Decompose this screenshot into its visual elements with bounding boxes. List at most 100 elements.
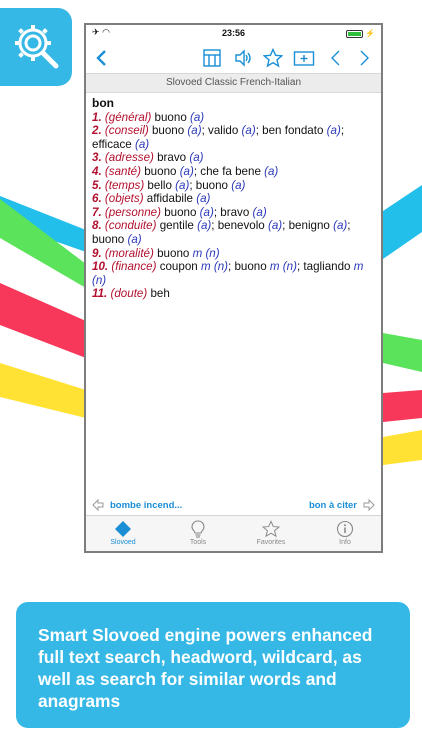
sense-label[interactable]: (finance) — [111, 260, 156, 273]
grammar-tag[interactable]: (a) — [200, 206, 214, 219]
grammar-tag[interactable]: (a) — [197, 219, 211, 232]
table-button[interactable] — [201, 47, 223, 69]
grammar-tag[interactable]: (a) — [196, 192, 210, 205]
tab-label: Slovoed — [110, 539, 136, 546]
toolbar — [86, 43, 381, 73]
translation-text[interactable]: ; ben fondato — [256, 124, 327, 137]
grammar-tag[interactable]: (a) — [127, 233, 141, 246]
chevron-left-icon — [331, 50, 340, 66]
chevron-left-icon — [96, 50, 106, 66]
translation-text[interactable]: ; tagliando — [297, 260, 354, 273]
translation-text[interactable]: ; bravo — [214, 206, 253, 219]
sense-line: 10. (finance) coupon m (n); buono m (n);… — [92, 260, 377, 287]
translation-text[interactable]: ; benigno — [282, 219, 333, 232]
sense-label[interactable]: (santé) — [105, 165, 141, 178]
feature-badge — [0, 8, 72, 86]
dictionary-entry: bon 1. (général) buono (a) 2. (conseil) b… — [92, 96, 377, 301]
gear-search-icon — [15, 25, 59, 69]
previous-word-link[interactable]: bombe incend... — [92, 499, 182, 511]
translation-text[interactable]: buono — [151, 111, 190, 124]
favorite-button[interactable] — [262, 47, 284, 69]
grammar-tag[interactable]: (a) — [187, 124, 201, 137]
translation-text[interactable]: buono — [161, 206, 200, 219]
translation-text[interactable]: ; buono — [228, 260, 270, 273]
sense-label[interactable]: (conduite) — [105, 219, 157, 232]
headword: bon — [92, 96, 114, 110]
translation-text[interactable]: affidabile — [144, 192, 197, 205]
translation-text[interactable]: buono — [154, 247, 193, 260]
translation-text[interactable]: ; valido — [202, 124, 242, 137]
sense-line: 6. (objets) affidabile (a) — [92, 192, 377, 206]
sense-label[interactable]: (personne) — [105, 206, 161, 219]
previous-entry-button[interactable] — [326, 47, 344, 69]
translation-text[interactable]: bravo — [154, 151, 189, 164]
tab-tools[interactable]: Tools — [163, 519, 233, 546]
sense-number: 11. — [92, 287, 108, 301]
translation-text[interactable]: bello — [144, 179, 175, 192]
sense-label[interactable]: (adresse) — [105, 151, 154, 164]
translation-text[interactable]: gentile — [156, 219, 197, 232]
charging-icon: ⚡ — [365, 29, 375, 38]
grammar-tag[interactable]: (a) — [327, 124, 341, 137]
back-button[interactable] — [92, 47, 110, 69]
ribbon-green-right — [383, 333, 422, 372]
grammar-tag[interactable]: (a) — [180, 165, 194, 178]
next-word-link[interactable]: bon à citer — [309, 499, 375, 511]
sense-line: 4. (santé) buono (a); che fa bene (a) — [92, 165, 377, 179]
dictionary-title: Slovoed Classic French-Italian — [86, 73, 381, 93]
grammar-tag[interactable]: (a) — [242, 124, 256, 137]
slovoed-icon — [115, 521, 131, 537]
tab-favorites[interactable]: Favorites — [236, 519, 306, 546]
sense-label[interactable]: (objets) — [105, 192, 144, 205]
translation-text[interactable]: beh — [147, 287, 169, 300]
arrow-left-icon — [92, 499, 104, 511]
grammar-tag[interactable]: (a) — [264, 165, 278, 178]
translation-text[interactable]: ; buono — [189, 179, 231, 192]
sense-number: 9. — [92, 246, 102, 260]
translation-text[interactable]: buono — [141, 165, 180, 178]
grammar-tag[interactable]: (a) — [333, 219, 347, 232]
tab-bar: Slovoed Tools Favorites Info — [86, 515, 381, 551]
sense-label[interactable]: (moralité) — [105, 247, 154, 260]
sense-line: 2. (conseil) buono (a); valido (a); ben … — [92, 124, 377, 151]
sense-number: 8. — [92, 219, 102, 233]
ribbon-yellow-left — [0, 363, 86, 418]
star-icon — [262, 520, 280, 538]
translation-text[interactable]: ; che fa bene — [194, 165, 264, 178]
sense-number: 7. — [92, 205, 102, 219]
translation-text[interactable]: buono — [149, 124, 188, 137]
grammar-tag[interactable]: (a) — [253, 206, 267, 219]
entry-navigation: bombe incend... bon à citer — [86, 497, 381, 515]
grammar-tag[interactable]: (a) — [175, 179, 189, 192]
next-entry-button[interactable] — [356, 47, 374, 69]
speaker-icon — [235, 49, 251, 67]
tab-info[interactable]: Info — [310, 519, 380, 546]
sense-number: 5. — [92, 178, 102, 192]
tab-label: Favorites — [256, 539, 286, 546]
ribbon-yellow-right — [383, 430, 422, 465]
sense-label[interactable]: (doute) — [111, 287, 148, 300]
grammar-tag[interactable]: (a) — [268, 219, 282, 232]
sense-label[interactable]: (conseil) — [105, 124, 149, 137]
translation-text[interactable]: coupon — [156, 260, 200, 273]
grammar-tag[interactable]: m (n) — [201, 260, 228, 273]
tab-slovoed[interactable]: Slovoed — [88, 519, 158, 546]
grammar-tag[interactable]: (a) — [189, 151, 203, 164]
sense-line: 1. (général) buono (a) — [92, 111, 377, 125]
next-word-label: bon à citer — [308, 499, 357, 511]
grammar-tag[interactable]: m (n) — [270, 260, 297, 273]
grammar-tag[interactable]: (a) — [231, 179, 245, 192]
sense-number: 1. — [92, 110, 102, 124]
translation-text[interactable]: ; benevolo — [211, 219, 268, 232]
sense-number: 3. — [92, 151, 102, 165]
sound-button[interactable] — [232, 47, 254, 69]
grammar-tag[interactable]: (a) — [135, 138, 149, 151]
grammar-tag[interactable]: m (n) — [193, 247, 220, 260]
sense-label[interactable]: (général) — [105, 111, 151, 124]
phone-screen: ✈ ◠ 23:56 ⚡ Slovoed Classic French-Itali… — [84, 23, 383, 553]
lightbulb-icon — [191, 520, 205, 538]
grammar-tag[interactable]: (a) — [190, 111, 204, 124]
sense-label[interactable]: (temps) — [105, 179, 144, 192]
add-card-button[interactable] — [292, 47, 316, 69]
status-bar: ✈ ◠ 23:56 ⚡ — [86, 25, 381, 43]
